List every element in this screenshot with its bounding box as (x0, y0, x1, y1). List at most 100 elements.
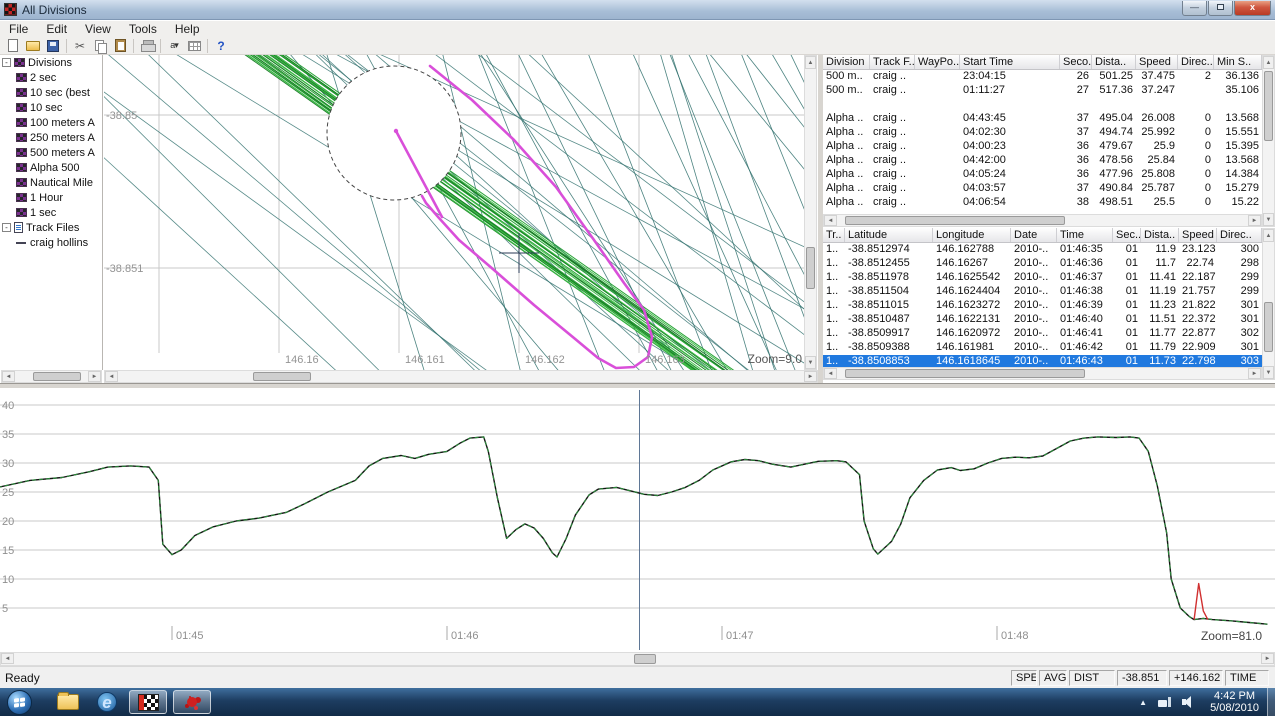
table-row[interactable]: 1..-38.8511504146.16244042010-..01:46:38… (823, 285, 1262, 299)
scroll-left-icon[interactable]: ◄ (824, 215, 837, 226)
table-row[interactable]: Alpha ..craig ..04:02:3037494.7425.99201… (823, 126, 1262, 140)
column-header-seco[interactable]: Seco.. (1060, 55, 1092, 69)
red-app-taskbar-button[interactable] (173, 690, 211, 714)
scroll-up-icon[interactable]: ▲ (1263, 56, 1274, 69)
points-hscrollbar[interactable]: ◄ ► (823, 367, 1262, 380)
minimize-button[interactable]: — (1182, 1, 1207, 16)
print-icon[interactable] (137, 37, 157, 54)
speed-chart[interactable]: 40353025201510501:4501:4601:4701:48Zoom=… (0, 388, 1275, 652)
copy-icon[interactable] (90, 37, 110, 54)
table-row[interactable]: 1..-38.8508853146.16186452010-..01:46:43… (823, 355, 1262, 367)
grid-icon[interactable] (184, 37, 204, 54)
start-button[interactable] (7, 690, 32, 715)
scroll-left-icon[interactable]: ◄ (2, 371, 15, 382)
tree-expander-icon[interactable]: - (2, 223, 11, 232)
column-header-latitude[interactable]: Latitude (845, 228, 933, 242)
tree-item-nautical-mile[interactable]: Nautical Mile (0, 175, 102, 190)
help-icon[interactable] (211, 37, 231, 54)
table-row[interactable]: 1..-38.8511978146.16255422010-..01:46:37… (823, 271, 1262, 285)
table-row[interactable]: Alpha ..craig ..04:06:5438498.5125.5015.… (823, 196, 1262, 210)
summary-vscrollbar[interactable]: ▲ ▼ (1262, 55, 1275, 227)
scroll-right-icon[interactable]: ► (1248, 368, 1261, 379)
chart-canvas[interactable]: 40353025201510501:4501:4601:4701:48Zoom=… (0, 388, 1275, 652)
column-header-date[interactable]: Date (1011, 228, 1057, 242)
tree-item-10-sec-best[interactable]: 10 sec (best (0, 85, 102, 100)
map-canvas[interactable]: 146.16146.161146.162146.163-38.85-38.851… (104, 55, 804, 370)
tree-item-alpha-500[interactable]: Alpha 500 (0, 160, 102, 175)
scroll-right-icon[interactable]: ► (804, 371, 817, 382)
scroll-up-icon[interactable]: ▲ (1263, 229, 1274, 242)
tree-item-100-meters-a[interactable]: 100 meters A (0, 115, 102, 130)
volume-tray-icon[interactable] (1182, 696, 1196, 708)
scroll-thumb[interactable] (1264, 302, 1273, 352)
exclusion-zone-circle[interactable] (327, 66, 461, 200)
column-header-tr[interactable]: Tr.. (823, 228, 845, 242)
column-header-waypo[interactable]: WayPo.. (915, 55, 960, 69)
column-header-time[interactable]: Time (1057, 228, 1113, 242)
table-row[interactable]: 500 m..craig ..23:04:1526501.2537.475236… (823, 70, 1262, 84)
points-vscrollbar[interactable]: ▲ ▼ (1262, 228, 1275, 380)
column-header-sec[interactable]: Sec.. (1113, 228, 1141, 242)
tree-expander-icon[interactable]: - (2, 58, 11, 67)
tree-item-divisions[interactable]: -Divisions (0, 55, 102, 70)
checkered-app-taskbar-button[interactable] (129, 690, 167, 714)
scroll-thumb[interactable] (253, 372, 311, 381)
table-row[interactable]: Alpha ..craig ..04:00:2336479.6725.9015.… (823, 140, 1262, 154)
scroll-right-icon[interactable]: ► (1248, 215, 1261, 226)
tree-item-1-sec[interactable]: 1 sec (0, 205, 102, 220)
open-icon[interactable] (23, 37, 43, 54)
restore-button[interactable] (1208, 1, 1233, 16)
tree-item-10-sec[interactable]: 10 sec (0, 100, 102, 115)
menu-view[interactable]: View (76, 21, 120, 37)
column-header-speed[interactable]: Speed (1179, 228, 1217, 242)
chart-hscrollbar[interactable]: ◄ ► (0, 652, 1275, 666)
table-row[interactable]: Alpha ..craig ..04:03:5737490.8425.78701… (823, 182, 1262, 196)
scroll-right-icon[interactable]: ► (1261, 653, 1274, 664)
tree-hscrollbar[interactable]: ◄ ► (1, 370, 102, 383)
menu-edit[interactable]: Edit (37, 21, 76, 37)
column-header-start-time[interactable]: Start Time (960, 55, 1060, 69)
tree-item-track-files[interactable]: -Track Files (0, 220, 102, 235)
scroll-thumb[interactable] (806, 247, 815, 289)
explorer-taskbar-icon[interactable] (57, 694, 79, 710)
cut-icon[interactable] (70, 37, 90, 54)
tree-item-250-meters-a[interactable]: 250 meters A (0, 130, 102, 145)
tree-item-craig-hollins[interactable]: craig hollins (0, 235, 102, 250)
column-header-division[interactable]: Division (823, 55, 870, 69)
new-icon[interactable] (3, 37, 23, 54)
column-header-dista[interactable]: Dista.. (1141, 228, 1179, 242)
internet-explorer-taskbar-icon[interactable]: e (97, 692, 117, 712)
tree-item-2-sec[interactable]: 2 sec (0, 70, 102, 85)
paste-icon[interactable] (110, 37, 130, 54)
tree-item-500-meters-a[interactable]: 500 meters A (0, 145, 102, 160)
scroll-down-icon[interactable]: ▼ (805, 356, 816, 369)
scroll-left-icon[interactable]: ◄ (1, 653, 14, 664)
table-row[interactable]: Alpha ..craig ..04:43:4537495.0426.00801… (823, 112, 1262, 126)
scroll-thumb[interactable] (33, 372, 81, 381)
scroll-right-icon[interactable]: ► (88, 371, 101, 382)
table-row[interactable]: 1..-38.8512974146.1627882010-..01:46:350… (823, 243, 1262, 257)
table-row[interactable]: 1..-38.8509388146.1619812010-..01:46:420… (823, 341, 1262, 355)
scroll-down-icon[interactable]: ▼ (1263, 213, 1274, 226)
map-panel[interactable]: 146.16146.161146.162146.163-38.85-38.851… (104, 55, 804, 370)
save-icon[interactable] (43, 37, 63, 54)
scroll-thumb[interactable] (845, 369, 1085, 378)
scroll-down-icon[interactable]: ▼ (1263, 366, 1274, 379)
scroll-thumb[interactable] (1264, 71, 1273, 141)
table-row[interactable]: 500 m..craig ..01:11:2727517.3637.24735.… (823, 84, 1262, 98)
table-row[interactable]: 1..-38.8510487146.16221312010-..01:46:40… (823, 313, 1262, 327)
scroll-thumb[interactable] (634, 654, 656, 664)
tree-item-1-hour[interactable]: 1 Hour (0, 190, 102, 205)
menu-file[interactable]: File (0, 21, 37, 37)
table-row[interactable]: 1..-38.8511015146.16232722010-..01:46:39… (823, 299, 1262, 313)
menu-help[interactable]: Help (166, 21, 209, 37)
column-header-direc[interactable]: Direc.. (1217, 228, 1262, 242)
sort-icon[interactable] (164, 37, 184, 54)
scroll-left-icon[interactable]: ◄ (824, 368, 837, 379)
tray-expand-icon[interactable]: ▲ (1133, 698, 1153, 707)
table-row[interactable]: 1..-38.8509917146.16209722010-..01:46:41… (823, 327, 1262, 341)
taskbar-clock[interactable]: 4:42 PM 5/08/2010 (1202, 690, 1267, 714)
column-header-speed[interactable]: Speed (1136, 55, 1178, 69)
column-header-longitude[interactable]: Longitude (933, 228, 1011, 242)
scroll-up-icon[interactable]: ▲ (805, 56, 816, 69)
